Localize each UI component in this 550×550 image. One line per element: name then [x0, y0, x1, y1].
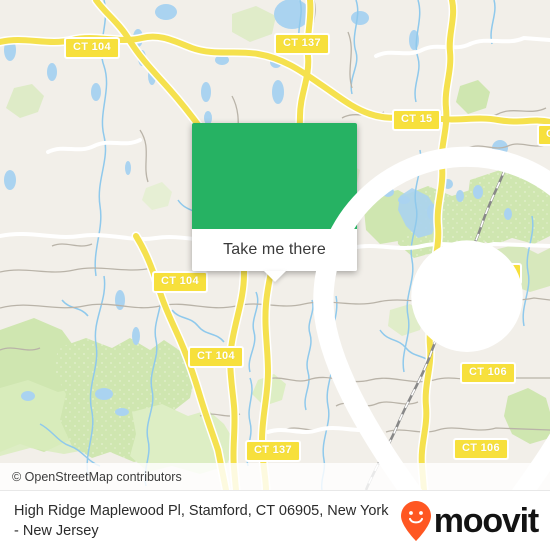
location-pin-icon: [313, 146, 550, 490]
location-popup-card[interactable]: Take me there: [192, 123, 550, 490]
route-shield-ct104-north[interactable]: CT 104: [64, 37, 120, 59]
popup-body[interactable]: Take me there: [192, 229, 357, 282]
moovit-logo[interactable]: moovit: [400, 500, 550, 542]
popup-header: [192, 123, 550, 490]
take-me-there-label: Take me there: [223, 241, 326, 258]
openstreetmap-attribution[interactable]: © OpenStreetMap contributors: [12, 470, 182, 484]
footer-bar: High Ridge Maplewood Pl, Stamford, CT 06…: [0, 490, 550, 550]
moovit-pin-smiley-icon: [400, 500, 431, 541]
popup-pointer-tail: [263, 271, 286, 282]
moovit-wordmark: moovit: [433, 501, 539, 540]
address-title: High Ridge Maplewood Pl, Stamford, CT 06…: [14, 502, 389, 539]
map-attribution-bar: © OpenStreetMap contributors: [0, 463, 550, 490]
map-screenshot: CT 104 CT 137 CT 15 C CT 104 CT 106 CT 1…: [0, 0, 550, 550]
route-shield-ct137-north[interactable]: CT 137: [274, 33, 330, 55]
map-canvas[interactable]: CT 104 CT 137 CT 15 C CT 104 CT 106 CT 1…: [0, 0, 550, 490]
